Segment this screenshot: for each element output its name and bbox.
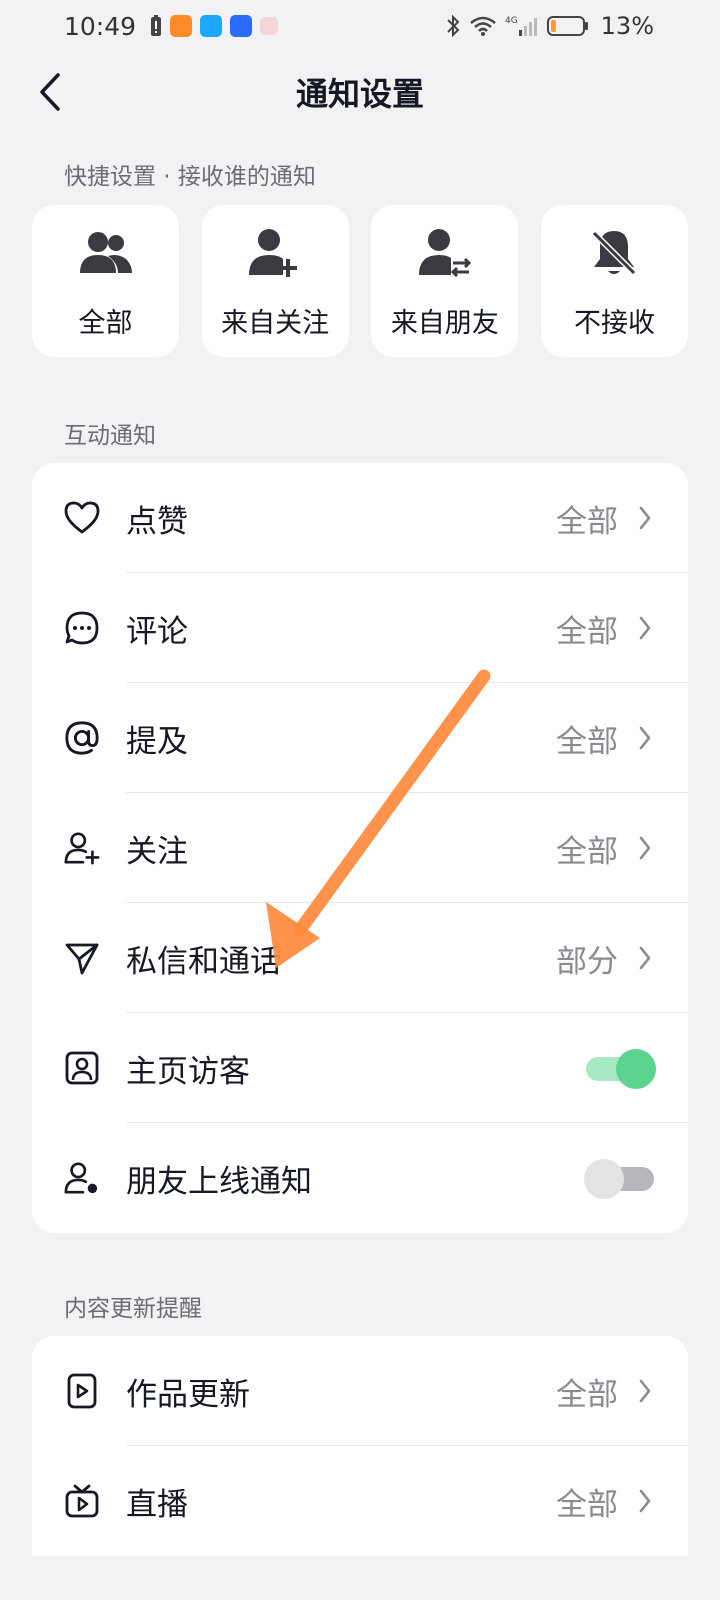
user-swap-icon	[417, 227, 473, 279]
search-app-icon	[200, 15, 223, 37]
misc-app-icon	[260, 17, 279, 35]
content-updates-section-label: 内容更新提醒	[64, 1296, 202, 1322]
quick-option-all[interactable]: 全部	[32, 205, 179, 357]
status-time: 10:49	[64, 11, 137, 41]
row-label: 朋友上线通知	[126, 1163, 312, 1200]
cellular-signal-icon: 4G	[505, 16, 537, 36]
interaction-list: 点赞 全部 评论 全部 提及 全部 关注 全部 私信和通话 部分 主页访客 朋友…	[32, 463, 688, 1233]
setting-row-likes[interactable]: 点赞 全部	[32, 463, 688, 573]
nav-header: 通知设置	[0, 52, 720, 132]
battery-icon	[546, 16, 588, 36]
chevron-right-icon	[639, 1489, 651, 1513]
people-icon	[78, 227, 134, 279]
app-notification-icon	[170, 15, 193, 37]
friends-online-toggle[interactable]	[584, 1159, 656, 1199]
heart-icon	[64, 500, 100, 536]
quick-option-label: 全部	[78, 308, 133, 339]
wifi-icon	[469, 16, 496, 36]
profile-card-icon	[64, 1050, 100, 1086]
setting-row-live[interactable]: 直播 全部	[32, 1446, 688, 1556]
setting-row-video-updates[interactable]: 作品更新 全部	[32, 1336, 688, 1446]
bluetooth-icon	[446, 14, 460, 38]
chevron-right-icon	[639, 836, 651, 860]
row-label: 直播	[126, 1486, 188, 1523]
follow-icon	[64, 830, 100, 866]
quick-option-friends[interactable]: 来自朋友	[371, 205, 519, 357]
at-icon	[64, 720, 100, 756]
row-label: 提及	[126, 723, 188, 760]
row-label: 私信和通话	[126, 943, 281, 980]
interaction-section-label: 互动通知	[64, 423, 156, 449]
row-value: 全部	[556, 613, 618, 650]
status-bar: 10:49 4G 13%	[0, 0, 720, 52]
row-value: 部分	[556, 943, 618, 980]
network-type-label: 4G	[505, 16, 518, 26]
row-label: 作品更新	[126, 1376, 250, 1413]
chevron-left-icon	[40, 73, 60, 111]
quick-settings-label: 快捷设置 · 接收谁的通知	[64, 164, 316, 190]
profile-visitors-toggle[interactable]	[584, 1049, 656, 1089]
row-value: 全部	[556, 723, 618, 760]
row-label: 评论	[126, 613, 188, 650]
row-label: 关注	[126, 833, 188, 870]
row-value: 全部	[556, 1486, 618, 1523]
video-icon	[64, 1373, 100, 1409]
row-label: 点赞	[126, 503, 188, 540]
user-add-icon	[247, 227, 303, 279]
back-button[interactable]	[22, 64, 78, 120]
quick-option-label: 来自朋友	[390, 308, 499, 339]
setting-row-mentions[interactable]: 提及 全部	[32, 683, 688, 793]
setting-row-friends-online: 朋友上线通知	[32, 1123, 688, 1233]
send-icon	[64, 940, 100, 976]
toggle-knob	[584, 1159, 624, 1199]
quick-option-label: 来自关注	[221, 308, 330, 339]
page-title: 通知设置	[295, 75, 424, 113]
tv-icon	[64, 1483, 100, 1519]
quick-option-none[interactable]: 不接收	[540, 205, 688, 357]
row-value: 全部	[556, 1376, 618, 1413]
row-value: 全部	[556, 503, 618, 540]
battery-alert-icon	[151, 15, 162, 36]
setting-row-profile-visitors: 主页访客	[32, 1013, 688, 1123]
chevron-right-icon	[639, 616, 651, 640]
chevron-right-icon	[639, 946, 651, 970]
setting-row-comments[interactable]: 评论 全部	[32, 573, 688, 683]
friend-online-icon	[64, 1160, 100, 1196]
battery-percent: 13%	[600, 12, 654, 40]
chevron-right-icon	[639, 506, 651, 530]
quick-option-following[interactable]: 来自关注	[201, 205, 349, 357]
quick-settings-row: 全部 来自关注 来自朋友 不接收	[32, 205, 688, 357]
setting-row-messages-calls[interactable]: 私信和通话 部分	[32, 903, 688, 1013]
row-value: 全部	[556, 833, 618, 870]
bell-off-icon	[588, 227, 640, 279]
row-label: 主页访客	[126, 1053, 250, 1090]
setting-row-follows[interactable]: 关注 全部	[32, 793, 688, 903]
content-updates-list: 作品更新 全部 直播 全部	[32, 1336, 688, 1556]
chevron-right-icon	[639, 726, 651, 750]
chevron-right-icon	[639, 1379, 651, 1403]
quick-option-label: 不接收	[573, 308, 655, 339]
comment-icon	[64, 610, 100, 646]
toggle-knob	[616, 1049, 656, 1089]
bulb-app-icon	[230, 15, 253, 37]
